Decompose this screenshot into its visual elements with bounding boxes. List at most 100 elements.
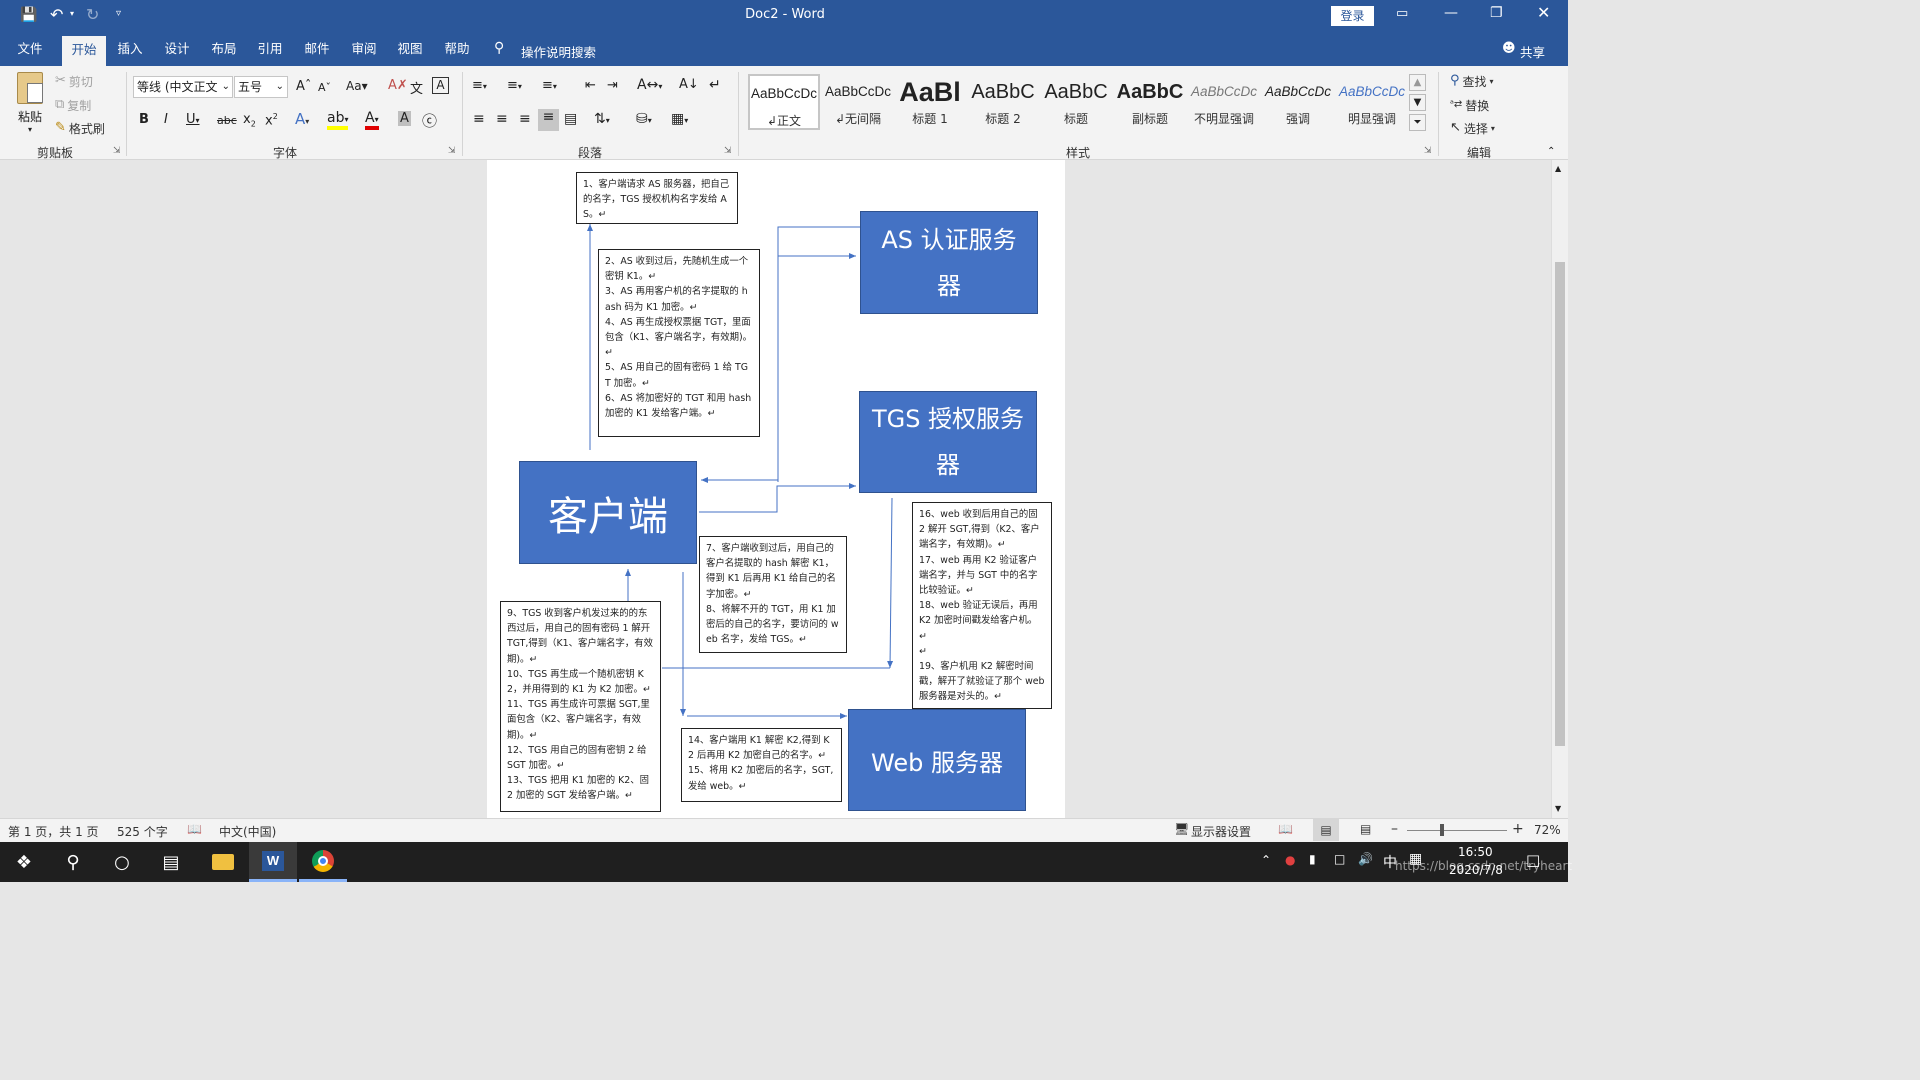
- notification-icon[interactable]: □: [1526, 851, 1540, 869]
- zoom-slider-thumb[interactable]: [1440, 824, 1444, 836]
- tell-me-search[interactable]: 操作说明搜索: [521, 42, 596, 61]
- print-layout-icon[interactable]: ▤: [1313, 819, 1339, 841]
- battery-icon[interactable]: ▮: [1309, 852, 1316, 866]
- shrink-font-icon[interactable]: Aˇ: [318, 81, 331, 94]
- style-heading-2[interactable]: AaBbC 标题 2: [967, 74, 1039, 130]
- font-color-icon[interactable]: A▾: [365, 110, 379, 130]
- highlight-icon[interactable]: ab▾: [327, 110, 349, 130]
- borders-icon[interactable]: ▦▾: [671, 111, 688, 127]
- file-explorer-icon[interactable]: [199, 842, 247, 882]
- format-painter-button[interactable]: ✎ 格式刷: [55, 119, 105, 137]
- font-name-select[interactable]: 等线 (中文正文 ⌄: [133, 76, 233, 98]
- replace-button[interactable]: ᵃ⇄ 替换: [1450, 96, 1489, 114]
- clear-formatting-icon[interactable]: A✗: [388, 78, 408, 93]
- undo-dropdown-icon[interactable]: ▾: [70, 9, 74, 18]
- line-spacing-icon[interactable]: ⇅▾: [594, 111, 610, 127]
- task-view-icon[interactable]: ▤: [147, 842, 195, 882]
- save-icon[interactable]: 💾: [20, 7, 37, 23]
- style-intense-emphasis[interactable]: AaBbCcDc 明显强调: [1336, 74, 1408, 130]
- subscript-icon[interactable]: x2: [243, 112, 256, 129]
- style-emphasis[interactable]: AaBbCcDc 强调: [1262, 74, 1334, 130]
- increase-indent-icon[interactable]: ⇥: [607, 78, 618, 93]
- character-shading-icon[interactable]: A: [398, 111, 411, 126]
- sort-icon[interactable]: A↓: [679, 77, 699, 92]
- collapse-ribbon-icon[interactable]: ⌃: [1547, 146, 1555, 157]
- dialog-launcher-icon[interactable]: ⇲: [1424, 146, 1432, 156]
- decrease-indent-icon[interactable]: ⇤: [585, 78, 596, 93]
- styles-more-icon[interactable]: ⏷: [1409, 114, 1426, 131]
- network-icon[interactable]: □: [1334, 852, 1345, 866]
- vertical-scrollbar[interactable]: ▲ ▼: [1551, 160, 1568, 818]
- zoom-out-icon[interactable]: –: [1391, 821, 1398, 837]
- document-page[interactable]: AS 认证服务器 TGS 授权服务器 客户端 Web 服务器 1、客户端请求 A…: [487, 160, 1065, 818]
- enclose-characters-icon[interactable]: ⓒ: [422, 110, 437, 131]
- dialog-launcher-icon[interactable]: ⇲: [448, 146, 456, 156]
- tab-design[interactable]: 设计: [157, 32, 197, 66]
- tab-help[interactable]: 帮助: [437, 32, 477, 66]
- asian-layout-icon[interactable]: A↔▾: [637, 77, 662, 93]
- numbering-icon[interactable]: ≡▾: [507, 78, 522, 93]
- phonetic-guide-icon[interactable]: 文: [410, 78, 423, 97]
- copy-button[interactable]: ⧉ 复制: [55, 96, 91, 114]
- dialog-launcher-icon[interactable]: ⇲: [724, 146, 732, 156]
- windows-start-icon[interactable]: ❖: [0, 842, 48, 882]
- cortana-icon[interactable]: ○: [98, 842, 146, 882]
- tab-layout[interactable]: 布局: [204, 32, 244, 66]
- word-count[interactable]: 525 个字: [117, 823, 168, 840]
- show-hidden-icons[interactable]: ⌃: [1261, 853, 1271, 867]
- scroll-thumb[interactable]: [1555, 262, 1565, 746]
- style-heading-1[interactable]: AaBl 标题 1: [894, 74, 966, 130]
- justify-icon[interactable]: ≡: [538, 109, 559, 131]
- language-indicator[interactable]: 中文(中国): [219, 823, 276, 840]
- character-border-icon[interactable]: A: [432, 77, 449, 94]
- undo-icon[interactable]: ↶: [50, 5, 63, 24]
- login-button[interactable]: 登录: [1331, 6, 1374, 26]
- customize-toolbar-icon[interactable]: ▿: [116, 8, 121, 19]
- style-normal[interactable]: AaBbCcDc ↲正文: [748, 74, 820, 130]
- word-app-icon[interactable]: W: [249, 842, 297, 882]
- clock-time[interactable]: 16:50: [1458, 845, 1493, 859]
- distributed-icon[interactable]: ▤: [564, 111, 577, 127]
- italic-icon[interactable]: I: [164, 112, 168, 127]
- chrome-app-icon[interactable]: [299, 842, 347, 882]
- multilevel-list-icon[interactable]: ≡▾: [542, 78, 557, 93]
- search-icon[interactable]: ⚲: [49, 842, 97, 882]
- dialog-launcher-icon[interactable]: ⇲: [113, 146, 121, 156]
- show-marks-icon[interactable]: ↵: [709, 77, 721, 93]
- tab-mailings[interactable]: 邮件: [297, 32, 337, 66]
- align-left-icon[interactable]: ≡: [473, 111, 485, 127]
- underline-icon[interactable]: U▾: [186, 112, 200, 127]
- tab-view[interactable]: 视图: [390, 32, 430, 66]
- restore-button[interactable]: ❐: [1490, 5, 1503, 21]
- tab-file[interactable]: 文件: [8, 32, 52, 66]
- cut-button[interactable]: ✂ 剪切: [55, 72, 93, 90]
- style-subtle-emphasis[interactable]: AaBbCcDc 不明显强调: [1188, 74, 1260, 130]
- close-button[interactable]: ✕: [1537, 3, 1550, 22]
- tab-review[interactable]: 审阅: [344, 32, 384, 66]
- display-settings-button[interactable]: 显示器设置: [1191, 823, 1251, 840]
- style-subtitle[interactable]: AaBbC 副标题: [1114, 74, 1186, 130]
- ribbon-display-icon[interactable]: ▭: [1396, 6, 1408, 21]
- share-button[interactable]: 共享: [1520, 42, 1545, 61]
- strikethrough-icon[interactable]: abc: [217, 114, 237, 127]
- align-center-icon[interactable]: ≡: [496, 111, 508, 127]
- bullets-icon[interactable]: ≡▾: [472, 78, 487, 93]
- scroll-up-icon[interactable]: ▲: [1555, 164, 1561, 173]
- style-title[interactable]: AaBbC 标题: [1040, 74, 1112, 130]
- proofing-icon[interactable]: 📖: [187, 822, 202, 836]
- style-no-spacing[interactable]: AaBbCcDc ↲无间隔: [822, 74, 894, 130]
- tab-references[interactable]: 引用: [250, 32, 290, 66]
- tab-insert[interactable]: 插入: [110, 32, 150, 66]
- grow-font-icon[interactable]: Aˆ: [296, 79, 311, 94]
- scroll-down-icon[interactable]: ▼: [1555, 804, 1561, 813]
- zoom-level[interactable]: 72%: [1534, 823, 1561, 837]
- change-case-icon[interactable]: Aa▾: [346, 79, 368, 93]
- page-count[interactable]: 第 1 页，共 1 页: [8, 823, 99, 840]
- find-button[interactable]: ⚲ 查找 ▾: [1450, 72, 1494, 90]
- text-effects-icon[interactable]: A▾: [295, 110, 309, 128]
- bold-icon[interactable]: B: [139, 112, 149, 127]
- select-button[interactable]: ↖ 选择 ▾: [1450, 119, 1495, 137]
- styles-scroll-down-icon[interactable]: ▼: [1409, 94, 1426, 111]
- web-layout-icon[interactable]: ▤: [1360, 822, 1371, 836]
- paste-button[interactable]: 粘贴 ▾: [12, 72, 48, 142]
